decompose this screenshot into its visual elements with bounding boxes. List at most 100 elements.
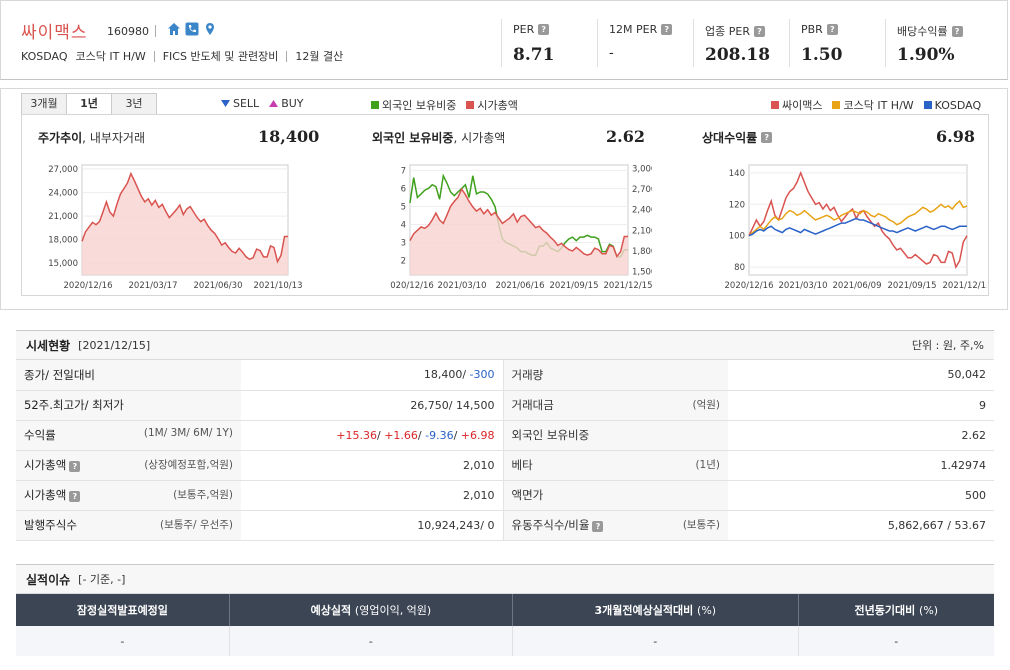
help-icon[interactable]: ? xyxy=(753,25,765,37)
map-pin-icon[interactable] xyxy=(203,22,217,36)
header-sub: (영업이익, 억원) xyxy=(354,604,432,617)
help-icon[interactable]: ? xyxy=(951,25,963,37)
row-label: 종가/ 전일대비 xyxy=(16,360,241,391)
legend-swatch xyxy=(371,101,379,109)
metric-value: - xyxy=(609,45,614,61)
header-label: 잠정실적발표예정일 xyxy=(76,604,168,617)
row-value: 10,924,243/ 0 xyxy=(241,510,504,541)
label-text: 거래량 xyxy=(511,367,544,382)
label-note: (보통주,억원) xyxy=(173,489,233,501)
y-tick-label: 27,000 xyxy=(48,165,78,175)
help-icon[interactable]: ? xyxy=(592,521,604,532)
relative-chart[interactable]: 140 120 100 80 2020/12/16 2021/03/10 2021/06/0… xyxy=(687,157,987,297)
value-text: 2,010 xyxy=(463,458,495,472)
price-chart-title: 주가추이, 내부자거래 xyxy=(38,131,146,145)
column-header: 예상실적 (영업이익, 억원) xyxy=(229,594,514,626)
help-icon[interactable]: ? xyxy=(826,24,838,35)
chart-subtitle: 내부자거래 xyxy=(89,131,146,145)
header-sub: (%) xyxy=(697,604,717,617)
row-value: +15.36/ +1.66/ -9.36/ +6.98 xyxy=(241,420,504,451)
phone-icon[interactable] xyxy=(185,22,199,36)
divider xyxy=(155,25,156,37)
label-text: 액면가 xyxy=(511,488,544,502)
y-tick-label: 2,100 xyxy=(632,226,652,236)
help-icon[interactable]: ? xyxy=(69,491,81,502)
metric-dividend-yield: 배당수익률? 1.90% xyxy=(885,1,1005,81)
stock-classification: KOSDAQ 코스닥 IT H/W FICS 반도체 및 관련장비 12월 결산 xyxy=(21,48,343,64)
help-icon[interactable]: ? xyxy=(661,24,673,35)
table-row: 시가총액? (보통주,억원) 2,010 액면가 500 xyxy=(16,480,994,511)
metric-value: 8.71 xyxy=(513,45,555,65)
relative-legend: 싸이맥스 코스닥 IT H/W KOSDAQ xyxy=(771,97,981,113)
legend-stock[interactable]: 싸이맥스 xyxy=(771,97,822,113)
y-tick-label: 5 xyxy=(401,202,406,212)
y-tick-label: 3,000 xyxy=(632,164,652,174)
foreign-legend: 외국인 보유비중 시가총액 xyxy=(371,97,518,113)
chart-box: 주가추이, 내부자거래 18,400 27,000 24,000 21,000 18,… xyxy=(21,114,989,296)
legend-label: 싸이맥스 xyxy=(782,99,823,112)
metric-pbr: PBR? 1.50 xyxy=(789,1,885,81)
row-value: 1.42974 xyxy=(728,450,994,481)
x-tick-label: 2021/06/30 xyxy=(194,281,243,291)
metric-label: PBR xyxy=(801,23,823,36)
legend-sector[interactable]: 코스닥 IT H/W xyxy=(832,97,914,113)
metric-label: 배당수익률 xyxy=(897,25,948,38)
x-tick-label: 2021/09/15 xyxy=(550,281,599,291)
metric-label: 12M PER xyxy=(609,23,658,36)
header-label: 전년동기대비 xyxy=(854,604,916,617)
row-value: 18,400/ -300 xyxy=(241,360,504,391)
change-value: -300 xyxy=(469,368,495,382)
help-icon[interactable]: ? xyxy=(538,24,550,35)
label-note: (1년) xyxy=(695,459,720,471)
row-label: 수익률 (1M/ 3M/ 6M/ 1Y) xyxy=(16,420,241,451)
divider xyxy=(597,19,598,67)
tab-3m[interactable]: 3개월 xyxy=(21,93,67,115)
y-tick-label: 1,800 xyxy=(632,247,652,257)
stock-icons xyxy=(167,22,217,36)
divider xyxy=(885,19,886,67)
y-tick-label: 6 xyxy=(401,184,406,194)
column-header: 전년동기대비 (%) xyxy=(798,594,994,626)
label-text: 종가/ 전일대비 xyxy=(24,367,96,382)
home-icon[interactable] xyxy=(167,22,181,36)
y-tick-label: 4 xyxy=(401,221,406,231)
return-value: +15.36 xyxy=(336,428,377,442)
legend-swatch xyxy=(771,101,779,109)
label-note: (1M/ 3M/ 6M/ 1Y) xyxy=(143,427,233,439)
row-label: 시가총액? (보통주,억원) xyxy=(16,480,241,511)
chart-title: 상대수익률 xyxy=(702,131,758,145)
label-note: (보통주) xyxy=(682,519,720,531)
label-note: (상장예정포함,억원) xyxy=(144,459,233,471)
price-chart[interactable]: 27,000 24,000 21,000 18,000 15,000 2020/12/16… xyxy=(22,157,322,297)
legend-kosdaq[interactable]: KOSDAQ xyxy=(923,99,981,112)
y-tick-label: 3 xyxy=(401,239,406,249)
sector-label: 코스닥 IT H/W xyxy=(75,50,146,63)
label-note: (보통주/ 우선주) xyxy=(159,519,233,531)
market-status-header: 시세현황 [2021/12/15] 단위 : 원, 주,% xyxy=(16,330,994,360)
row-value: 500 xyxy=(728,480,994,511)
section-title: 실적이슈 xyxy=(26,572,71,587)
metric-per: PER? 8.71 xyxy=(501,1,597,81)
legend-sell[interactable]: SELL xyxy=(221,97,259,110)
y-tick-label: 7 xyxy=(401,166,406,176)
x-tick-label: 2020/12/16 xyxy=(64,281,113,291)
legend-foreign[interactable]: 외국인 보유비중 xyxy=(371,97,456,113)
foreign-headline: 2.62 xyxy=(606,127,645,146)
tab-1y[interactable]: 1년 xyxy=(66,93,112,115)
stock-header: 싸이맥스 160980 KOSDAQ 코스닥 IT H/W FICS 반도체 및… xyxy=(0,0,1008,80)
legend-buy[interactable]: BUY xyxy=(269,97,304,110)
fics-label: FICS 반도체 및 관련장비 xyxy=(162,50,279,63)
help-icon[interactable]: ? xyxy=(761,132,773,143)
row-label: 52주.최고가/ 최저가 xyxy=(16,390,241,421)
value-text: 2,010 xyxy=(463,488,495,502)
legend-marketcap[interactable]: 시가총액 xyxy=(466,97,518,113)
table-row: 수익률 (1M/ 3M/ 6M/ 1Y) +15.36/ +1.66/ -9.36/… xyxy=(16,420,994,451)
divider xyxy=(693,19,694,67)
x-tick-label: 2021/06/16 xyxy=(496,281,545,291)
label-note: (억원) xyxy=(692,399,720,411)
legend-label: 시가총액 xyxy=(477,99,518,112)
foreign-chart[interactable]: 7 6 5 4 3 2 3,000 2,700 2,400 2,100 1,800 1,500 020/… xyxy=(352,157,652,297)
x-tick-label: 2021/03/10 xyxy=(779,281,828,291)
tab-3y[interactable]: 3년 xyxy=(111,93,157,115)
help-icon[interactable]: ? xyxy=(69,461,81,472)
